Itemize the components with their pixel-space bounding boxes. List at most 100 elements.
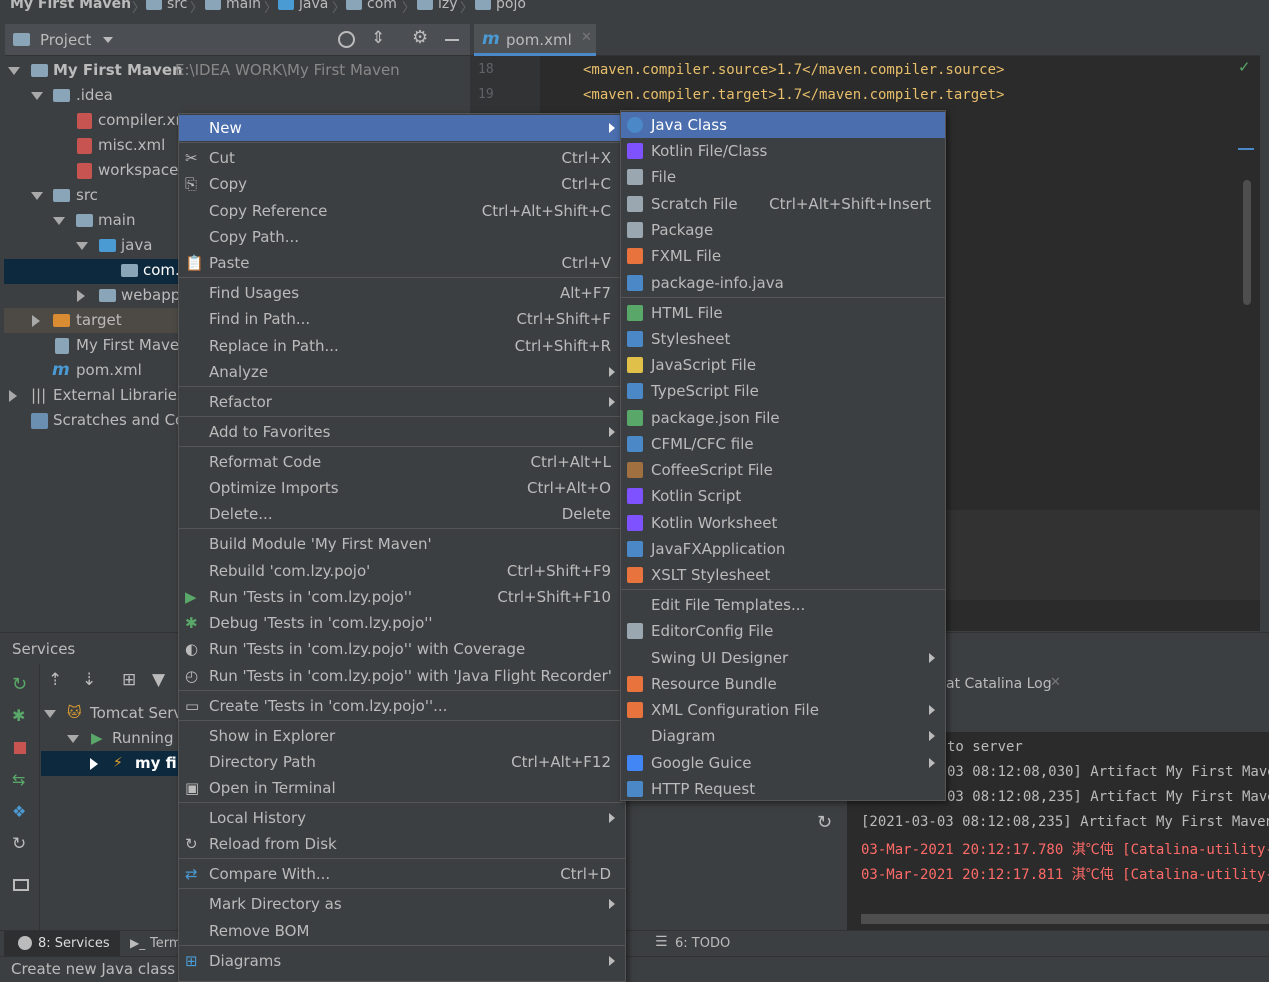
context-menu-item[interactable]: 📋 Paste Ctrl+V — [179, 250, 625, 276]
rerun-icon[interactable]: ↻ — [12, 674, 27, 695]
context-menu-item[interactable]: Find Usages Alt+F7 — [179, 280, 625, 306]
code-line: <maven.compiler.target>1.7</maven.compil… — [583, 87, 1005, 103]
context-menu-item[interactable]: ↻ Reload from Disk — [179, 831, 625, 857]
new-submenu-item[interactable]: Java Class — [621, 112, 945, 138]
artifact-icon[interactable]: ❖ — [12, 802, 26, 821]
context-menu-item[interactable]: Build Module 'My First Maven' — [179, 531, 625, 557]
gear-icon[interactable]: ⚙ — [412, 27, 428, 48]
deploy-icon[interactable]: ⇆ — [12, 770, 25, 789]
debug-icon: ✱ — [185, 614, 198, 632]
layout-icon[interactable] — [13, 879, 29, 891]
new-submenu-item[interactable]: Edit File Templates... — [621, 592, 945, 618]
new-submenu-item[interactable]: Google Guice — [621, 750, 945, 776]
editor-scrollbar[interactable] — [1243, 180, 1251, 305]
tab-catalina-log[interactable]: at Catalina Log — [946, 676, 1052, 692]
context-menu-item[interactable]: Optimize Imports Ctrl+Alt+O — [179, 475, 625, 501]
context-menu-item[interactable]: ⊞ Diagrams — [179, 948, 625, 974]
debug-icon[interactable]: ✱ — [12, 706, 25, 725]
context-menu-item[interactable]: Replace in Path... Ctrl+Shift+R — [179, 333, 625, 359]
breadcrumb-item[interactable]: main — [205, 0, 261, 12]
context-menu-item[interactable]: Show in Explorer — [179, 723, 625, 749]
new-submenu-item[interactable]: Scratch File Ctrl+Alt+Shift+Insert — [621, 191, 945, 217]
new-submenu-item[interactable]: Kotlin Worksheet — [621, 510, 945, 536]
context-menu-item[interactable]: Copy Reference Ctrl+Alt+Shift+C — [179, 198, 625, 224]
context-menu-item[interactable]: Rebuild 'com.lzy.pojo' Ctrl+Shift+F9 — [179, 558, 625, 584]
tab-services[interactable]: 8: Services — [4, 931, 120, 957]
refresh-icon[interactable]: ↻ — [12, 834, 26, 854]
breadcrumb-item[interactable]: src — [146, 0, 187, 12]
tab-todo[interactable]: ☰ 6: TODO — [650, 931, 750, 957]
context-menu-item[interactable]: Mark Directory as — [179, 891, 625, 917]
new-submenu-item[interactable]: CoffeeScript File — [621, 457, 945, 483]
menu-separator — [179, 802, 625, 803]
new-submenu-item[interactable]: Kotlin Script — [621, 483, 945, 509]
new-submenu-item[interactable]: CFML/CFC file — [621, 431, 945, 457]
console-hscrollbar[interactable] — [861, 914, 1269, 924]
new-submenu-item[interactable]: Stylesheet — [621, 326, 945, 352]
sync-icon[interactable]: ↻ — [817, 812, 832, 833]
new-submenu-item[interactable]: FXML File — [621, 243, 945, 269]
menu-item-shortcut: Ctrl+Alt+L — [530, 453, 612, 471]
context-menu-item[interactable]: ▶ Run 'Tests in 'com.lzy.pojo'' Ctrl+Shift… — [179, 584, 625, 610]
context-menu-item[interactable]: Local History — [179, 805, 625, 831]
menu-item-shortcut: Ctrl+Shift+F — [516, 310, 611, 328]
context-menu-item[interactable]: ▭ Create 'Tests in 'com.lzy.pojo''... — [179, 693, 625, 719]
new-submenu-item[interactable]: JavaFXApplication — [621, 536, 945, 562]
context-menu-item[interactable]: Reformat Code Ctrl+Alt+L — [179, 449, 625, 475]
new-submenu-item[interactable]: File — [621, 164, 945, 190]
context-menu-item[interactable]: Refactor — [179, 389, 625, 415]
context-menu-item[interactable]: Analyze — [179, 359, 625, 385]
close-icon[interactable]: ✕ — [581, 30, 592, 45]
context-menu-item[interactable]: ✂ Cut Ctrl+X — [179, 145, 625, 171]
breadcrumb-item[interactable]: lzy — [417, 0, 458, 12]
new-submenu-item[interactable]: TypeScript File — [621, 378, 945, 404]
context-menu-item[interactable]: Delete... Delete — [179, 501, 625, 527]
context-menu-item[interactable]: ✱ Debug 'Tests in 'com.lzy.pojo'' — [179, 610, 625, 636]
context-menu-item[interactable]: Directory Path Ctrl+Alt+F12 — [179, 749, 625, 775]
context-menu-item[interactable]: ⎘ Copy Ctrl+C — [179, 171, 625, 197]
new-submenu-item[interactable]: Diagram — [621, 723, 945, 749]
new-submenu-item[interactable]: Kotlin File/Class — [621, 138, 945, 164]
locate-icon[interactable] — [338, 31, 355, 48]
filter-icon[interactable]: ▼ — [152, 670, 165, 690]
new-submenu-item[interactable]: package.json File — [621, 405, 945, 431]
context-menu-item[interactable]: ◴ Run 'Tests in 'com.lzy.pojo'' with 'Jav… — [179, 663, 625, 689]
menu-item-label: Directory Path — [209, 753, 316, 771]
context-menu-item[interactable]: New — [179, 115, 625, 141]
new-submenu-item[interactable]: Package — [621, 217, 945, 243]
breadcrumb-item[interactable]: com — [346, 0, 397, 12]
new-submenu-item[interactable]: HTML File — [621, 300, 945, 326]
submenu-arrow-icon — [609, 123, 615, 133]
new-submenu-item[interactable]: HTTP Request — [621, 776, 945, 802]
minimize-icon[interactable] — [445, 39, 459, 41]
context-menu-item[interactable]: Copy Path... — [179, 224, 625, 250]
stop-icon[interactable] — [14, 742, 26, 754]
context-menu-item[interactable]: ◐ Run 'Tests in 'com.lzy.pojo'' with Cove… — [179, 636, 625, 662]
nodejs-icon — [627, 410, 643, 426]
expand-all-icon[interactable]: ⇡ — [48, 670, 62, 690]
menu-item-shortcut: Ctrl+X — [561, 149, 611, 167]
context-menu-item[interactable]: ⇄ Compare With... Ctrl+D — [179, 861, 625, 887]
tab-terminal[interactable]: ▶_ Terminal — [122, 931, 205, 957]
new-submenu-item[interactable]: package-info.java — [621, 270, 945, 296]
chevron-down-icon[interactable] — [103, 37, 113, 43]
new-submenu-item[interactable]: EditorConfig File — [621, 618, 945, 644]
close-icon[interactable]: ✕ — [1050, 675, 1061, 690]
new-submenu-item[interactable]: Swing UI Designer — [621, 645, 945, 671]
context-menu-item[interactable]: Remove BOM — [179, 918, 625, 944]
breadcrumb-item[interactable]: java — [278, 0, 328, 12]
new-submenu-item[interactable]: XSLT Stylesheet — [621, 562, 945, 588]
breadcrumb-item[interactable]: pojo — [475, 0, 526, 12]
new-submenu-item[interactable]: XML Configuration File — [621, 697, 945, 723]
collapse-all-icon[interactable]: ⇣ — [82, 670, 96, 690]
context-menu-item[interactable]: Add to Favorites — [179, 419, 625, 445]
collapse-all-icon[interactable]: ⇕ — [371, 28, 385, 48]
project-panel-title[interactable]: Project — [40, 31, 91, 49]
context-menu-item[interactable]: Find in Path... Ctrl+Shift+F — [179, 306, 625, 332]
tab-pom[interactable]: m pom.xml ✕ — [474, 24, 596, 56]
new-submenu-item[interactable]: Resource Bundle — [621, 671, 945, 697]
group-icon[interactable]: ⊞ — [122, 670, 136, 690]
context-menu-item[interactable]: ▣ Open in Terminal — [179, 775, 625, 801]
new-submenu-item[interactable]: JavaScript File — [621, 352, 945, 378]
breadcrumb-project[interactable]: My First Maven — [10, 0, 131, 12]
